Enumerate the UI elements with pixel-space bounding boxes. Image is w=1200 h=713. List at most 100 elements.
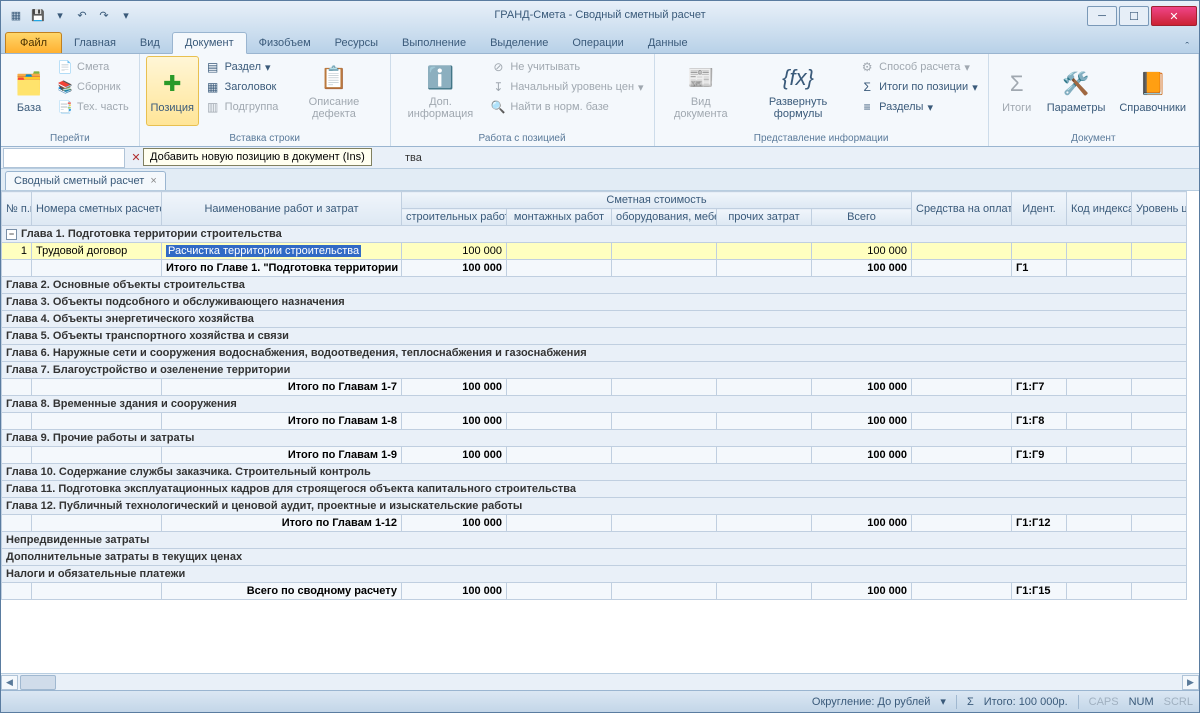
scroll-right-icon[interactable]: ▶ — [1182, 675, 1199, 690]
naiti-button[interactable]: 🔍Найти в норм. базе — [486, 98, 647, 116]
col-kod[interactable]: Код индекса — [1067, 192, 1132, 226]
tab-phys[interactable]: Физобъем — [247, 33, 323, 53]
col-naimen[interactable]: Наименование работ и затрат — [162, 192, 402, 226]
maximize-button[interactable]: ☐ — [1119, 6, 1149, 26]
table-row[interactable]: Глава 4. Объекты энергетического хозяйст… — [2, 311, 1187, 328]
redo-icon[interactable]: ↷ — [95, 6, 113, 24]
col-montazh[interactable]: монтажных работ — [507, 209, 612, 226]
close-tab-icon[interactable]: × — [150, 175, 156, 187]
search-icon: 🔍 — [490, 99, 506, 115]
table-row[interactable]: Глава 5. Объекты транспортного хозяйства… — [2, 328, 1187, 345]
sbornik-button[interactable]: 📚Сборник — [53, 78, 133, 96]
zagolovok-button[interactable]: ▦Заголовок — [201, 78, 283, 96]
table-row[interactable]: Налоги и обязательные платежи — [2, 566, 1187, 583]
name-box[interactable] — [3, 148, 125, 168]
col-prochih[interactable]: прочих затрат — [717, 209, 812, 226]
itogipos-button[interactable]: ΣИтоги по позиции ▾ — [855, 78, 982, 96]
sbornik-icon: 📚 — [57, 79, 73, 95]
col-stroit[interactable]: строительных работ — [402, 209, 507, 226]
col-ident[interactable]: Идент. — [1012, 192, 1067, 226]
nachurov-button[interactable]: ↧Начальный уровень цен ▾ — [486, 78, 647, 96]
group-document-label: Документ — [995, 131, 1192, 146]
tech-button[interactable]: 📑Тех. часть — [53, 98, 133, 116]
group-position-label: Работа с позицией — [397, 131, 648, 146]
tab-operations[interactable]: Операции — [560, 33, 635, 53]
tab-home[interactable]: Главная — [62, 33, 128, 53]
close-button[interactable]: ✕ — [1151, 6, 1197, 26]
podgruppa-icon: ▥ — [205, 99, 221, 115]
undo-icon[interactable]: ↶ — [73, 6, 91, 24]
minimize-button[interactable]: ─ — [1087, 6, 1117, 26]
qat-dropdown-icon[interactable]: ▾ — [51, 6, 69, 24]
scroll-left-icon[interactable]: ◀ — [1, 675, 18, 690]
zagolovok-icon: ▦ — [205, 79, 221, 95]
group-view-label: Представление информации — [661, 131, 982, 146]
collapse-icon[interactable]: − — [6, 229, 17, 240]
table-row[interactable]: Глава 7. Благоустройство и озеленение те… — [2, 362, 1187, 379]
doctab-summary[interactable]: Сводный сметный расчет × — [5, 171, 166, 190]
razdely-button[interactable]: ≡Разделы ▾ — [855, 98, 982, 116]
col-nomera[interactable]: Номера сметных расчетов и смет — [32, 192, 162, 226]
smeta-button[interactable]: 📄Смета — [53, 58, 133, 76]
table-row[interactable]: Итого по Главам 1-7 100 000 100 000Г1:Г7 — [2, 379, 1187, 396]
table-row[interactable]: Всего по сводному расчету 100 000 100 00… — [2, 583, 1187, 600]
nachurov-icon: ↧ — [490, 79, 506, 95]
col-uroven[interactable]: Уровень цен — [1132, 192, 1187, 226]
tab-resources[interactable]: Ресурсы — [323, 33, 390, 53]
neuchit-button[interactable]: ⊘Не учитывать — [486, 58, 647, 76]
itogi-button[interactable]: Σ Итоги — [995, 56, 1039, 126]
table-row[interactable]: Глава 10. Содержание службы заказчика. С… — [2, 464, 1187, 481]
table-row[interactable]: −Глава 1. Подготовка территории строител… — [2, 226, 1187, 243]
summary-grid[interactable]: № п.п Номера сметных расчетов и смет Наи… — [1, 191, 1187, 600]
document-tabs: Сводный сметный расчет × — [1, 169, 1199, 191]
window-title: ГРАНД-Смета - Сводный сметный расчет — [1, 9, 1199, 21]
save-icon[interactable]: 💾 — [29, 6, 47, 24]
tab-execution[interactable]: Выполнение — [390, 33, 478, 53]
table-row[interactable]: Глава 12. Публичный технологический и це… — [2, 498, 1187, 515]
col-smetstoim[interactable]: Сметная стоимость — [402, 192, 912, 209]
dopinfo-button[interactable]: ℹ️ Доп. информация — [397, 56, 485, 126]
base-button[interactable]: 🗂️ База — [7, 56, 51, 126]
table-row[interactable]: Итого по Главам 1-9 100 000 100 000Г1:Г9 — [2, 447, 1187, 464]
table-row[interactable]: Итого по Главам 1-12 100 000 100 000Г1:Г… — [2, 515, 1187, 532]
position-button[interactable]: ✚ Позиция — [146, 56, 199, 126]
table-row[interactable]: Глава 6. Наружные сети и сооружения водо… — [2, 345, 1187, 362]
scroll-thumb[interactable] — [20, 675, 56, 690]
col-vsego[interactable]: Всего — [812, 209, 912, 226]
sprav-button[interactable]: 📙 Справочники — [1113, 56, 1192, 126]
col-sredstva[interactable]: Средства на оплату труда — [912, 192, 1012, 226]
plus-icon: ✚ — [156, 68, 188, 100]
base-icon: 🗂️ — [13, 68, 45, 100]
table-row[interactable]: Глава 3. Объекты подсобного и обслуживаю… — [2, 294, 1187, 311]
cell-editor[interactable]: Расчистка территории строительства — [166, 245, 361, 257]
table-row[interactable]: Глава 11. Подготовка эксплуатационных ка… — [2, 481, 1187, 498]
table-row[interactable]: 1 Трудовой договор Расчистка территории … — [2, 243, 1187, 260]
horizontal-scrollbar[interactable]: ◀ ▶ — [1, 673, 1199, 690]
col-oborud[interactable]: оборудования, мебели, инвентаря — [612, 209, 717, 226]
table-row[interactable]: Глава 8. Временные здания и сооружения — [2, 396, 1187, 413]
table-row[interactable]: Непредвиденные затраты — [2, 532, 1187, 549]
tab-selection[interactable]: Выделение — [478, 33, 560, 53]
table-row[interactable]: Дополнительные затраты в текущих ценах — [2, 549, 1187, 566]
status-rounding[interactable]: Округление: До рублей — [812, 696, 930, 708]
table-row[interactable]: Глава 2. Основные объекты строительства — [2, 277, 1187, 294]
table-row[interactable]: Итого по Главам 1-8 100 000 100 000Г1:Г8 — [2, 413, 1187, 430]
ribbon-help-icon[interactable]: ˆ — [1185, 41, 1189, 53]
viddoc-button[interactable]: 📰 Вид документа — [661, 56, 741, 126]
table-row[interactable]: Итого по Главе 1. "Подготовка территории… — [2, 260, 1187, 277]
tab-view[interactable]: Вид — [128, 33, 172, 53]
params-button[interactable]: 🛠️ Параметры — [1041, 56, 1112, 126]
table-row[interactable]: Глава 9. Прочие работы и затраты — [2, 430, 1187, 447]
podgruppa-button[interactable]: ▥Подгруппа — [201, 98, 283, 116]
tab-document[interactable]: Документ — [172, 32, 247, 54]
col-num[interactable]: № п.п — [2, 192, 32, 226]
base-label: База — [17, 102, 41, 114]
razdel-button[interactable]: ▤Раздел ▾ — [201, 58, 283, 76]
razvernut-button[interactable]: {fx} Развернуть формулы — [743, 56, 853, 126]
app-icon[interactable]: ▦ — [7, 6, 25, 24]
sposob-button[interactable]: ⚙Способ расчета ▾ — [855, 58, 982, 76]
tab-data[interactable]: Данные — [636, 33, 700, 53]
qat-more-icon[interactable]: ▾ — [117, 6, 135, 24]
tab-file[interactable]: Файл — [5, 32, 62, 53]
defect-button[interactable]: 📋 Описание дефекта — [284, 56, 383, 126]
